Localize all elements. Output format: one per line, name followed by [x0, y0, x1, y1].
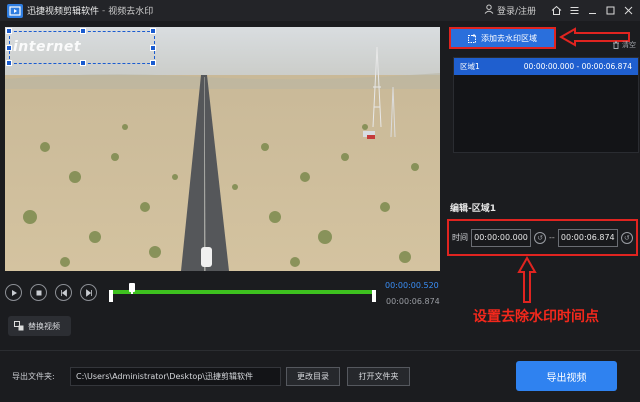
add-region-icon — [468, 34, 477, 43]
time-label: 时间 — [452, 232, 468, 243]
resize-handle[interactable] — [80, 60, 86, 66]
region-name: 区域1 — [460, 61, 480, 72]
maximize-icon[interactable] — [605, 5, 616, 16]
stop-button[interactable] — [30, 284, 47, 301]
clear-label: 清空 — [622, 40, 636, 50]
list-item[interactable]: 区域1 00:00:00.000 - 00:00:06.874 — [454, 58, 638, 75]
title-separator: - — [102, 6, 105, 16]
app-title: 迅捷视频剪辑软件 — [27, 4, 99, 17]
region-panel: 添加去水印区域 清空 区域1 00:00:00.000 - 00:00:06.8… — [446, 24, 640, 344]
replace-video-label: 替换视频 — [28, 321, 60, 332]
region-list: 区域1 00:00:00.000 - 00:00:06.874 — [453, 57, 639, 153]
add-region-label: 添加去水印区域 — [481, 33, 537, 44]
current-time: 00:00:00.520 — [385, 281, 439, 290]
resize-handle[interactable] — [6, 28, 12, 34]
timeline-start-marker[interactable] — [109, 290, 113, 302]
close-icon[interactable] — [623, 5, 634, 16]
home-icon[interactable] — [551, 5, 562, 16]
export-video-button[interactable]: 导出视频 — [516, 361, 617, 391]
user-icon — [484, 4, 494, 17]
login-label: 登录/注册 — [497, 4, 536, 17]
time-range-editor: 时间 00:00:00.000 ↺ -- 00:00:06.874 ↺ — [447, 219, 638, 256]
play-button[interactable] — [5, 284, 22, 301]
timeline-end-marker[interactable] — [372, 290, 376, 302]
annotation-hint-text: 设置去除水印时间点 — [473, 306, 599, 326]
menu-icon[interactable] — [569, 5, 580, 16]
stop-icon — [35, 289, 43, 297]
resize-handle[interactable] — [150, 28, 156, 34]
timeline-track[interactable] — [111, 290, 376, 294]
annotation-arrow-up — [517, 256, 537, 304]
resize-handle[interactable] — [150, 45, 156, 51]
clear-button[interactable]: 清空 — [612, 40, 636, 50]
open-folder-button[interactable]: 打开文件夹 — [347, 367, 410, 386]
resize-handle[interactable] — [150, 60, 156, 66]
page-title: 视频去水印 — [108, 4, 153, 17]
replace-video-icon — [14, 321, 24, 331]
login-button[interactable]: 登录/注册 — [484, 4, 536, 17]
reset-end-time-icon[interactable]: ↺ — [621, 232, 633, 244]
next-frame-button[interactable] — [80, 284, 97, 301]
resize-handle[interactable] — [80, 28, 86, 34]
add-watermark-region-button[interactable]: 添加去水印区域 — [449, 27, 556, 49]
app-logo-icon — [7, 4, 23, 18]
range-separator: -- — [549, 233, 555, 242]
resize-handle[interactable] — [6, 60, 12, 66]
playhead-stem — [131, 288, 133, 294]
reset-start-time-icon[interactable]: ↺ — [534, 232, 546, 244]
previous-frame-button[interactable] — [55, 284, 72, 301]
start-time-input[interactable]: 00:00:00.000 — [471, 229, 531, 247]
end-time-input[interactable]: 00:00:06.874 — [558, 229, 618, 247]
change-directory-button[interactable]: 更改目录 — [286, 367, 340, 386]
watermark-text: internet — [13, 39, 81, 55]
output-folder-label: 导出文件夹: — [12, 371, 55, 382]
play-icon — [10, 289, 18, 297]
video-preview[interactable]: internet — [5, 27, 440, 271]
title-bar: 迅捷视频剪辑软件 - 视频去水印 登录/注册 — [0, 0, 640, 21]
region-time-range: 00:00:00.000 - 00:00:06.874 — [524, 62, 632, 71]
bottom-bar: 导出文件夹: C:\Users\Administrator\Desktop\迅捷… — [0, 350, 640, 402]
replace-video-button[interactable]: 替换视频 — [8, 316, 71, 336]
trash-icon — [612, 41, 620, 49]
minimize-icon[interactable] — [587, 5, 598, 16]
total-time: 00:00:06.874 — [386, 297, 440, 306]
edit-region-title: 编辑-区域1 — [450, 201, 496, 214]
player-controls — [5, 284, 97, 301]
resize-handle[interactable] — [6, 45, 12, 51]
next-frame-icon — [85, 289, 93, 297]
previous-frame-icon — [60, 289, 68, 297]
output-path-field[interactable]: C:\Users\Administrator\Desktop\迅捷剪辑软件 — [70, 367, 281, 386]
